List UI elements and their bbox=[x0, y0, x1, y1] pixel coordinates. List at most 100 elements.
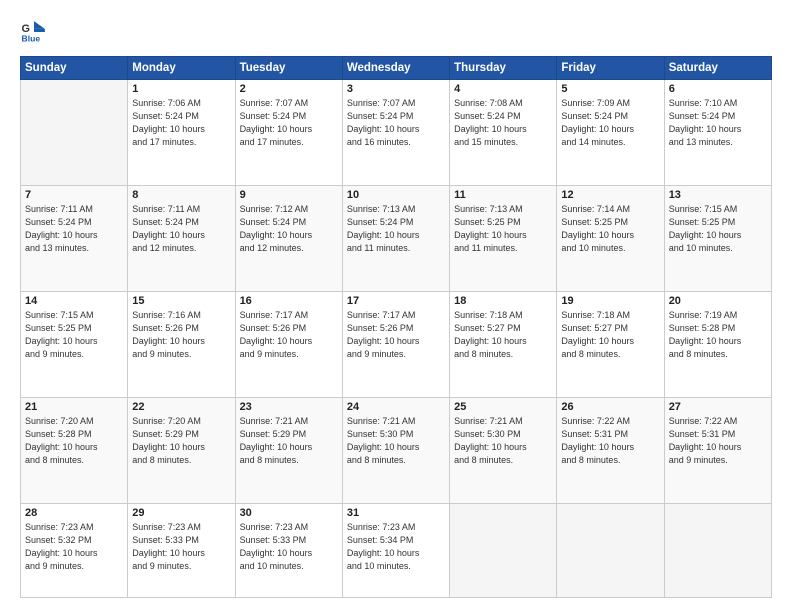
day-number: 29 bbox=[132, 507, 230, 519]
calendar-cell: 27 Sunrise: 7:22 AMSunset: 5:31 PMDayligh… bbox=[664, 397, 771, 503]
calendar-cell: 11 Sunrise: 7:13 AMSunset: 5:25 PMDayligh… bbox=[450, 185, 557, 291]
day-info: Sunrise: 7:23 AMSunset: 5:33 PMDaylight:… bbox=[240, 521, 338, 573]
day-info: Sunrise: 7:14 AMSunset: 5:25 PMDaylight:… bbox=[561, 203, 659, 255]
day-number: 25 bbox=[454, 401, 552, 413]
day-number: 23 bbox=[240, 401, 338, 413]
day-info: Sunrise: 7:16 AMSunset: 5:26 PMDaylight:… bbox=[132, 309, 230, 361]
day-number: 20 bbox=[669, 295, 767, 307]
day-info: Sunrise: 7:13 AMSunset: 5:25 PMDaylight:… bbox=[454, 203, 552, 255]
day-number: 17 bbox=[347, 295, 445, 307]
calendar-cell: 17 Sunrise: 7:17 AMSunset: 5:26 PMDayligh… bbox=[342, 291, 449, 397]
calendar-cell bbox=[450, 503, 557, 598]
day-info: Sunrise: 7:22 AMSunset: 5:31 PMDaylight:… bbox=[669, 415, 767, 467]
calendar-cell: 14 Sunrise: 7:15 AMSunset: 5:25 PMDayligh… bbox=[21, 291, 128, 397]
day-number: 26 bbox=[561, 401, 659, 413]
day-number: 22 bbox=[132, 401, 230, 413]
day-info: Sunrise: 7:11 AMSunset: 5:24 PMDaylight:… bbox=[132, 203, 230, 255]
day-info: Sunrise: 7:17 AMSunset: 5:26 PMDaylight:… bbox=[240, 309, 338, 361]
calendar-cell: 26 Sunrise: 7:22 AMSunset: 5:31 PMDayligh… bbox=[557, 397, 664, 503]
day-info: Sunrise: 7:23 AMSunset: 5:32 PMDaylight:… bbox=[25, 521, 123, 573]
day-number: 9 bbox=[240, 189, 338, 201]
week-row-5: 28 Sunrise: 7:23 AMSunset: 5:32 PMDayligh… bbox=[21, 503, 772, 598]
day-info: Sunrise: 7:07 AMSunset: 5:24 PMDaylight:… bbox=[347, 97, 445, 149]
page: G Blue SundayMondayTuesdayWednesdayThurs… bbox=[0, 0, 792, 612]
day-number: 6 bbox=[669, 83, 767, 95]
day-info: Sunrise: 7:19 AMSunset: 5:28 PMDaylight:… bbox=[669, 309, 767, 361]
day-number: 12 bbox=[561, 189, 659, 201]
day-number: 8 bbox=[132, 189, 230, 201]
svg-text:Blue: Blue bbox=[22, 33, 41, 43]
day-number: 19 bbox=[561, 295, 659, 307]
calendar-cell: 21 Sunrise: 7:20 AMSunset: 5:28 PMDayligh… bbox=[21, 397, 128, 503]
day-number: 18 bbox=[454, 295, 552, 307]
week-row-2: 7 Sunrise: 7:11 AMSunset: 5:24 PMDaylight… bbox=[21, 185, 772, 291]
day-number: 24 bbox=[347, 401, 445, 413]
day-info: Sunrise: 7:07 AMSunset: 5:24 PMDaylight:… bbox=[240, 97, 338, 149]
calendar-cell: 6 Sunrise: 7:10 AMSunset: 5:24 PMDaylight… bbox=[664, 80, 771, 186]
day-number: 7 bbox=[25, 189, 123, 201]
week-row-4: 21 Sunrise: 7:20 AMSunset: 5:28 PMDayligh… bbox=[21, 397, 772, 503]
day-number: 14 bbox=[25, 295, 123, 307]
day-info: Sunrise: 7:23 AMSunset: 5:34 PMDaylight:… bbox=[347, 521, 445, 573]
header: G Blue bbox=[20, 18, 772, 46]
day-info: Sunrise: 7:06 AMSunset: 5:24 PMDaylight:… bbox=[132, 97, 230, 149]
calendar-cell: 25 Sunrise: 7:21 AMSunset: 5:30 PMDayligh… bbox=[450, 397, 557, 503]
calendar-table: SundayMondayTuesdayWednesdayThursdayFrid… bbox=[20, 56, 772, 598]
day-info: Sunrise: 7:10 AMSunset: 5:24 PMDaylight:… bbox=[669, 97, 767, 149]
day-number: 28 bbox=[25, 507, 123, 519]
weekday-tuesday: Tuesday bbox=[235, 57, 342, 80]
calendar-cell: 18 Sunrise: 7:18 AMSunset: 5:27 PMDayligh… bbox=[450, 291, 557, 397]
day-info: Sunrise: 7:08 AMSunset: 5:24 PMDaylight:… bbox=[454, 97, 552, 149]
calendar-cell: 24Sunrise: 7:21 AMSunset: 5:30 PMDayligh… bbox=[342, 397, 449, 503]
calendar-cell: 1 Sunrise: 7:06 AMSunset: 5:24 PMDaylight… bbox=[128, 80, 235, 186]
day-info: Sunrise: 7:09 AMSunset: 5:24 PMDaylight:… bbox=[561, 97, 659, 149]
day-info: Sunrise: 7:20 AMSunset: 5:28 PMDaylight:… bbox=[25, 415, 123, 467]
day-info: Sunrise: 7:18 AMSunset: 5:27 PMDaylight:… bbox=[561, 309, 659, 361]
day-info: Sunrise: 7:15 AMSunset: 5:25 PMDaylight:… bbox=[669, 203, 767, 255]
weekday-sunday: Sunday bbox=[21, 57, 128, 80]
calendar-cell: 13 Sunrise: 7:15 AMSunset: 5:25 PMDayligh… bbox=[664, 185, 771, 291]
calendar-cell: 15Sunrise: 7:16 AMSunset: 5:26 PMDayligh… bbox=[128, 291, 235, 397]
calendar-cell bbox=[664, 503, 771, 598]
calendar-cell: 9 Sunrise: 7:12 AMSunset: 5:24 PMDaylight… bbox=[235, 185, 342, 291]
day-info: Sunrise: 7:17 AMSunset: 5:26 PMDaylight:… bbox=[347, 309, 445, 361]
day-number: 11 bbox=[454, 189, 552, 201]
logo: G Blue bbox=[20, 18, 54, 46]
calendar-cell: 28 Sunrise: 7:23 AMSunset: 5:32 PMDayligh… bbox=[21, 503, 128, 598]
calendar-cell bbox=[557, 503, 664, 598]
day-number: 5 bbox=[561, 83, 659, 95]
weekday-header-row: SundayMondayTuesdayWednesdayThursdayFrid… bbox=[21, 57, 772, 80]
calendar-cell: 10Sunrise: 7:13 AMSunset: 5:24 PMDayligh… bbox=[342, 185, 449, 291]
logo-icon: G Blue bbox=[20, 18, 48, 46]
day-info: Sunrise: 7:11 AMSunset: 5:24 PMDaylight:… bbox=[25, 203, 123, 255]
calendar-cell: 7 Sunrise: 7:11 AMSunset: 5:24 PMDaylight… bbox=[21, 185, 128, 291]
calendar-cell: 31 Sunrise: 7:23 AMSunset: 5:34 PMDayligh… bbox=[342, 503, 449, 598]
day-number: 3 bbox=[347, 83, 445, 95]
day-info: Sunrise: 7:21 AMSunset: 5:30 PMDaylight:… bbox=[454, 415, 552, 467]
weekday-thursday: Thursday bbox=[450, 57, 557, 80]
week-row-3: 14 Sunrise: 7:15 AMSunset: 5:25 PMDayligh… bbox=[21, 291, 772, 397]
calendar-cell: 5 Sunrise: 7:09 AMSunset: 5:24 PMDaylight… bbox=[557, 80, 664, 186]
day-number: 13 bbox=[669, 189, 767, 201]
day-number: 2 bbox=[240, 83, 338, 95]
weekday-friday: Friday bbox=[557, 57, 664, 80]
calendar-cell: 16 Sunrise: 7:17 AMSunset: 5:26 PMDayligh… bbox=[235, 291, 342, 397]
day-number: 21 bbox=[25, 401, 123, 413]
weekday-wednesday: Wednesday bbox=[342, 57, 449, 80]
calendar-cell: 8 Sunrise: 7:11 AMSunset: 5:24 PMDaylight… bbox=[128, 185, 235, 291]
weekday-saturday: Saturday bbox=[664, 57, 771, 80]
calendar-cell: 2 Sunrise: 7:07 AMSunset: 5:24 PMDaylight… bbox=[235, 80, 342, 186]
calendar-cell: 19 Sunrise: 7:18 AMSunset: 5:27 PMDayligh… bbox=[557, 291, 664, 397]
calendar-cell: 20 Sunrise: 7:19 AMSunset: 5:28 PMDayligh… bbox=[664, 291, 771, 397]
day-number: 27 bbox=[669, 401, 767, 413]
day-number: 1 bbox=[132, 83, 230, 95]
day-info: Sunrise: 7:18 AMSunset: 5:27 PMDaylight:… bbox=[454, 309, 552, 361]
day-info: Sunrise: 7:21 AMSunset: 5:29 PMDaylight:… bbox=[240, 415, 338, 467]
day-info: Sunrise: 7:15 AMSunset: 5:25 PMDaylight:… bbox=[25, 309, 123, 361]
day-info: Sunrise: 7:12 AMSunset: 5:24 PMDaylight:… bbox=[240, 203, 338, 255]
day-number: 31 bbox=[347, 507, 445, 519]
day-number: 16 bbox=[240, 295, 338, 307]
calendar-cell bbox=[21, 80, 128, 186]
calendar-cell: 4Sunrise: 7:08 AMSunset: 5:24 PMDaylight… bbox=[450, 80, 557, 186]
day-info: Sunrise: 7:22 AMSunset: 5:31 PMDaylight:… bbox=[561, 415, 659, 467]
